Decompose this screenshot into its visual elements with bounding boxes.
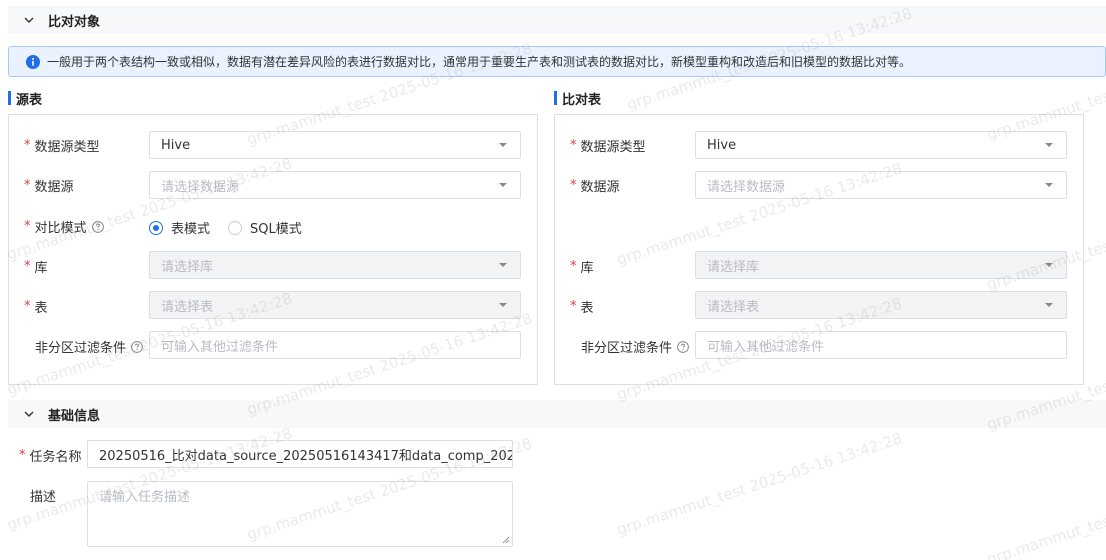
target-db-select[interactable]: 请选择库 [695, 251, 1067, 279]
target-table-select[interactable]: 请选择表 [695, 291, 1067, 319]
section-header-basic-info[interactable]: 基础信息 [8, 400, 1106, 428]
notice-text: 一般用于两个表结构一致或相似，数据有潜在差异风险的表进行数据对比，通常用于重要生… [47, 55, 912, 69]
select-placeholder: 请选择表 [707, 299, 760, 315]
select-placeholder: 请选择数据源 [707, 179, 786, 195]
label-text: 非分区过滤条件 [35, 341, 127, 356]
input-placeholder: 可输入其他过滤条件 [707, 339, 825, 355]
source-title-text: 源表 [16, 92, 43, 108]
info-icon [26, 54, 40, 69]
label-text: 数据源 [580, 180, 620, 195]
source-filter-input[interactable]: 可输入其他过滤条件 [149, 331, 521, 359]
label-text: 任务名称 [29, 450, 82, 465]
textarea-placeholder: 请输入任务描述 [99, 490, 191, 505]
input-placeholder: 可输入其他过滤条件 [161, 339, 279, 355]
target-filter-label: 非分区过滤条件 [581, 337, 689, 356]
title-accent-bar [554, 91, 557, 105]
source-db-label: * 库 [24, 257, 48, 276]
label-text: 数据源类型 [580, 140, 646, 155]
label-text: 库 [34, 261, 48, 276]
task-name-input[interactable]: 20250516_比对data_source_20250516143417和da… [87, 440, 513, 468]
radio-circle-checked [149, 220, 163, 235]
source-db-select[interactable]: 请选择库 [149, 251, 521, 279]
required-mark: * [24, 259, 31, 274]
source-datasource-label: * 数据源 [24, 176, 74, 195]
caret-down-icon [1045, 263, 1053, 267]
section-title: 比对对象 [48, 14, 101, 30]
select-placeholder: 请选择库 [161, 259, 214, 275]
label-text: 库 [580, 261, 594, 276]
caret-down-icon [499, 263, 507, 267]
target-title-text: 比对表 [562, 92, 602, 108]
label-text: 数据源 [34, 180, 74, 195]
required-mark: * [24, 178, 31, 193]
target-datasource-type-select[interactable]: Hive [695, 131, 1067, 159]
description-label: 描述 [30, 486, 56, 505]
radio-sql-mode[interactable]: SQL模式 [228, 218, 302, 237]
source-datasource-type-label: * 数据源类型 [24, 136, 100, 155]
source-filter-label: 非分区过滤条件 [35, 337, 143, 356]
section-header-compare-object[interactable]: 比对对象 [8, 6, 1106, 34]
target-datasource-label: * 数据源 [570, 176, 620, 195]
question-circle-icon[interactable] [131, 340, 143, 353]
required-mark: * [570, 259, 577, 274]
radio-label: 表模式 [171, 222, 211, 237]
required-mark: * [570, 299, 577, 314]
source-table-label: * 表 [24, 297, 48, 316]
target-datasource-type-label: * 数据源类型 [570, 136, 646, 155]
label-text: 非分区过滤条件 [581, 341, 673, 356]
label-text: 描述 [30, 490, 57, 505]
source-compare-mode-label: * 对比模式 [24, 217, 104, 236]
info-notice: 一般用于两个表结构一致或相似，数据有潜在差异风险的表进行数据对比，通常用于重要生… [8, 46, 1106, 77]
input-value: 20250516_比对data_source_20250516143417和da… [99, 448, 513, 464]
target-filter-input[interactable]: 可输入其他过滤条件 [695, 331, 1067, 359]
caret-down-icon [1045, 183, 1053, 187]
page: 比对对象 一般用于两个表结构一致或相似，数据有潜在差异风险的表进行数据对比，通常… [0, 0, 1106, 560]
select-placeholder: 请选择表 [161, 299, 214, 315]
source-datasource-select[interactable]: 请选择数据源 [149, 171, 521, 199]
caret-down-icon [499, 183, 507, 187]
required-mark: * [570, 178, 577, 193]
title-accent-bar [8, 91, 11, 105]
label-text: 对比模式 [34, 221, 87, 236]
source-title: 源表 [8, 90, 43, 108]
select-placeholder: 请选择库 [707, 259, 760, 275]
target-title: 比对表 [554, 90, 602, 108]
chevron-down-icon [24, 17, 34, 23]
caret-down-icon [1045, 143, 1053, 147]
radio-label: SQL模式 [250, 222, 302, 237]
source-datasource-type-select[interactable]: Hive [149, 131, 521, 159]
question-circle-icon[interactable] [677, 340, 689, 353]
watermark: grp.mammut_test 2025-05-16 13:42:28 [984, 459, 1106, 560]
radio-circle [228, 220, 243, 235]
label-text: 数据源类型 [34, 140, 100, 155]
task-name-label: * 任务名称 [19, 446, 82, 465]
watermark: grp.mammut_test 2025-05-16 13:42:28 [614, 429, 905, 539]
question-circle-icon[interactable] [91, 220, 104, 233]
label-text: 表 [34, 301, 48, 316]
required-mark: * [24, 138, 31, 153]
caret-down-icon [1045, 303, 1053, 307]
compare-mode-radio-group: 表模式 SQL模式 [149, 218, 320, 237]
required-mark: * [19, 448, 26, 463]
target-table-label: * 表 [570, 297, 594, 316]
required-mark: * [24, 219, 31, 234]
caret-down-icon [499, 303, 507, 307]
chevron-down-icon [24, 411, 34, 417]
resize-handle-icon[interactable] [502, 536, 510, 544]
select-value: Hive [707, 137, 737, 153]
target-db-label: * 库 [570, 257, 594, 276]
required-mark: * [570, 138, 577, 153]
radio-table-mode[interactable]: 表模式 [149, 218, 210, 237]
target-datasource-select[interactable]: 请选择数据源 [695, 171, 1067, 199]
required-mark: * [24, 299, 31, 314]
section-title: 基础信息 [48, 408, 101, 424]
select-placeholder: 请选择数据源 [161, 179, 240, 195]
select-value: Hive [161, 137, 191, 153]
source-table-select[interactable]: 请选择表 [149, 291, 521, 319]
description-textarea[interactable]: 请输入任务描述 [87, 481, 513, 547]
caret-down-icon [499, 143, 507, 147]
label-text: 表 [580, 301, 594, 316]
